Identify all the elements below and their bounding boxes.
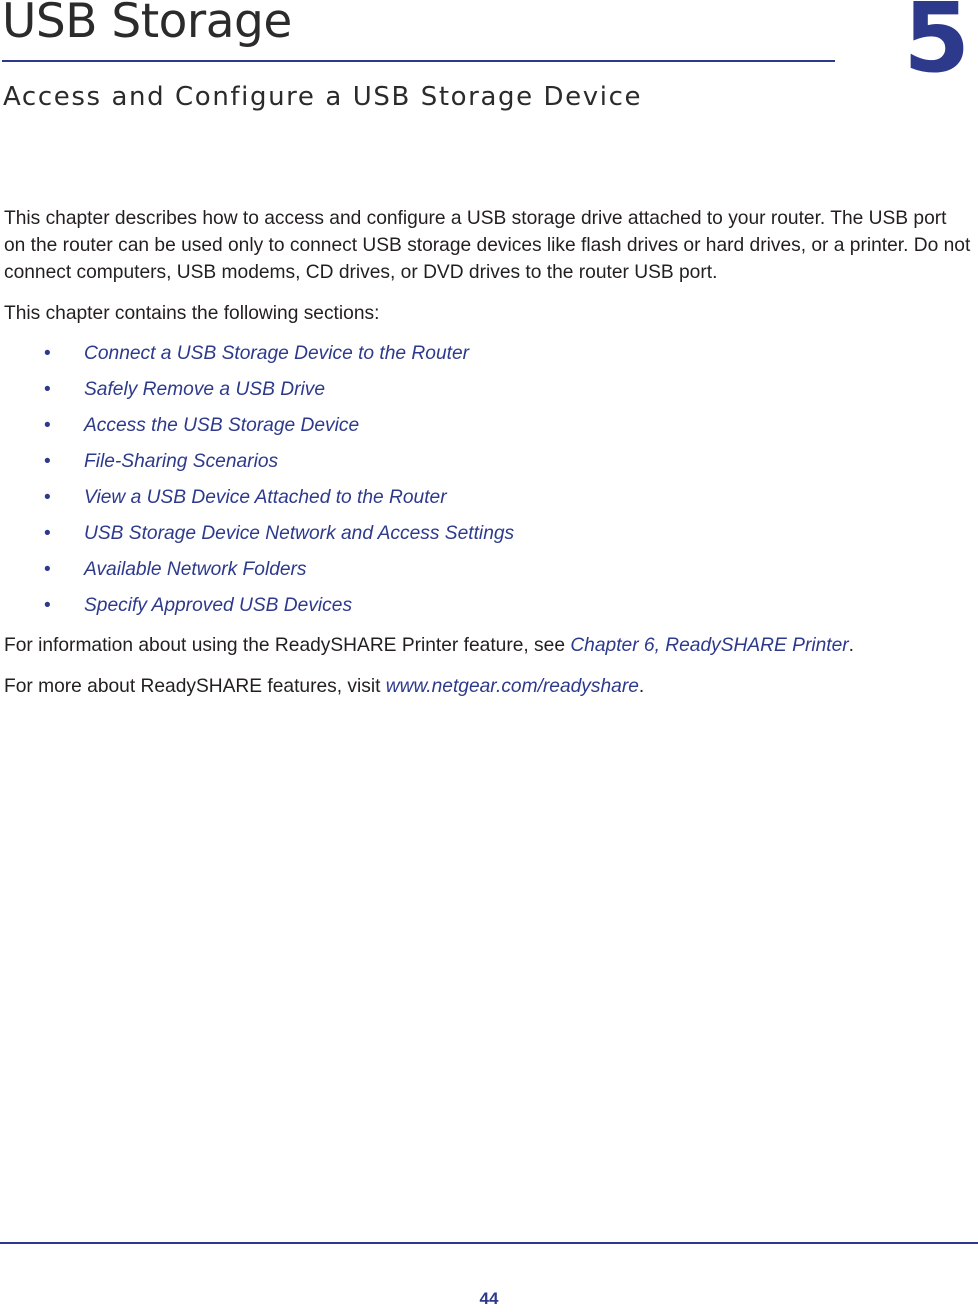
chapter-subtitle: Access and Configure a USB Storage Devic… — [3, 82, 643, 112]
section-link[interactable]: Safely Remove a USB Drive — [84, 379, 325, 400]
printer-reference-paragraph: For information about using the ReadySHA… — [4, 632, 972, 659]
printer-paragraph-prefix: For information about using the ReadySHA… — [4, 635, 571, 656]
bullet-icon: • — [44, 523, 51, 544]
list-item[interactable]: • Connect a USB Storage Device to the Ro… — [4, 339, 972, 368]
page-number: 44 — [479, 1289, 499, 1308]
chapter-6-link[interactable]: Chapter 6, ReadySHARE Printer — [570, 635, 848, 656]
list-item[interactable]: • Safely Remove a USB Drive — [4, 375, 972, 404]
sections-lead-paragraph: This chapter contains the following sect… — [4, 303, 380, 324]
readyshare-paragraph-prefix: For more about ReadySHARE features, visi… — [4, 676, 386, 697]
bullet-icon: • — [44, 487, 51, 508]
readyshare-url-link[interactable]: www.netgear.com/readyshare — [386, 676, 639, 697]
bullet-icon: • — [44, 343, 51, 364]
document-page: USB Storage Access and Configure a USB S… — [0, 0, 978, 1312]
chapter-section-list: • Connect a USB Storage Device to the Ro… — [4, 339, 972, 620]
printer-paragraph-suffix: . — [848, 635, 855, 656]
chapter-number: 5 — [903, 0, 970, 94]
intro-paragraph: This chapter describes how to access and… — [4, 208, 971, 283]
list-item[interactable]: • USB Storage Device Network and Access … — [4, 519, 972, 548]
section-link[interactable]: Specify Approved USB Devices — [84, 595, 352, 616]
bullet-icon: • — [44, 451, 51, 472]
section-link[interactable]: Connect a USB Storage Device to the Rout… — [84, 343, 469, 364]
section-link[interactable]: USB Storage Device Network and Access Se… — [84, 523, 514, 544]
bullet-icon: • — [44, 415, 51, 436]
body-content: This chapter describes how to access and… — [4, 205, 972, 714]
list-item[interactable]: • Specify Approved USB Devices — [4, 591, 972, 620]
section-link[interactable]: View a USB Device Attached to the Router — [84, 487, 447, 508]
list-item[interactable]: • Available Network Folders — [4, 555, 972, 584]
section-link[interactable]: Access the USB Storage Device — [84, 415, 359, 436]
chapter-header: USB Storage Access and Configure a USB S… — [0, 0, 978, 140]
list-item[interactable]: • Access the USB Storage Device — [4, 411, 972, 440]
header-divider-rule — [2, 60, 835, 62]
section-link[interactable]: Available Network Folders — [84, 559, 307, 580]
readyshare-reference-paragraph: For more about ReadySHARE features, visi… — [4, 673, 972, 700]
footer-divider-rule — [0, 1242, 978, 1244]
section-link[interactable]: File-Sharing Scenarios — [84, 451, 278, 472]
bullet-icon: • — [44, 595, 51, 616]
list-item[interactable]: • View a USB Device Attached to the Rout… — [4, 483, 972, 512]
bullet-icon: • — [44, 379, 51, 400]
list-item[interactable]: • File-Sharing Scenarios — [4, 447, 972, 476]
bullet-icon: • — [44, 559, 51, 580]
readyshare-paragraph-suffix: . — [638, 676, 645, 697]
chapter-title: USB Storage — [2, 0, 292, 49]
